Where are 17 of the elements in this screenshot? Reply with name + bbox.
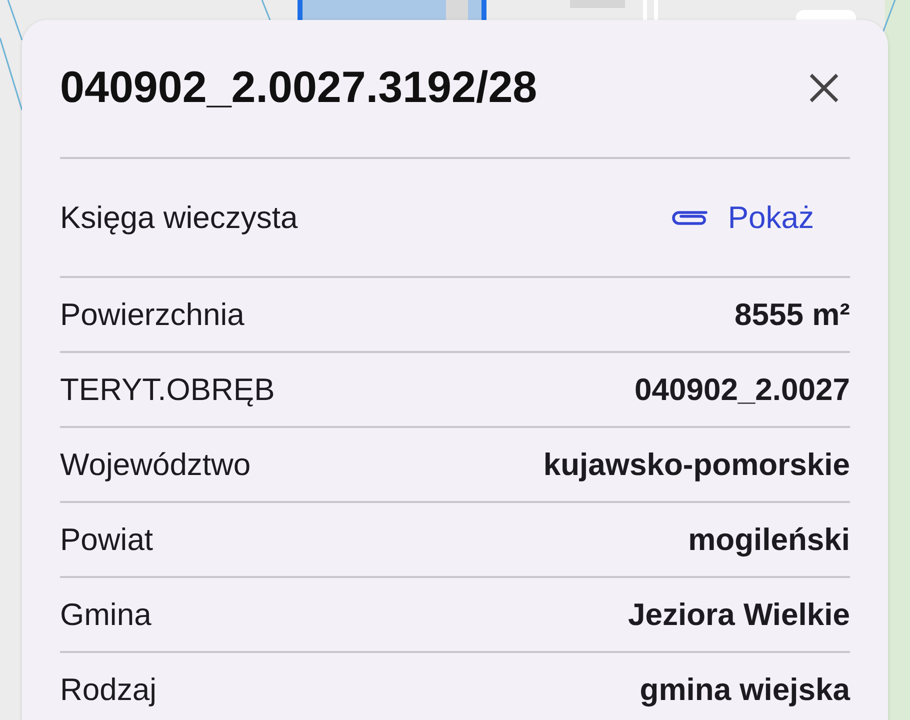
field-value: 040902_2.0027 xyxy=(634,372,850,408)
field-label: Księga wieczysta xyxy=(60,200,298,236)
field-label: Rodzaj xyxy=(60,672,156,708)
field-value: kujawsko-pomorskie xyxy=(543,446,850,482)
close-icon xyxy=(809,73,839,103)
field-label: Gmina xyxy=(60,596,152,632)
field-value: gmina wiejska xyxy=(640,672,850,708)
parcel-title: 040902_2.0027.3192/28 xyxy=(60,62,538,114)
field-value: Jeziora Wielkie xyxy=(628,596,850,632)
field-label: TERYT.OBRĘB xyxy=(60,372,275,408)
field-value: 8555 m² xyxy=(734,296,850,332)
field-label: Powierzchnia xyxy=(60,296,244,332)
field-label: Województwo xyxy=(60,446,251,482)
field-label: Powiat xyxy=(60,522,154,558)
show-button[interactable]: Pokaż xyxy=(658,192,826,244)
field-value: mogileński xyxy=(688,522,850,558)
paperclip-icon xyxy=(670,208,708,226)
